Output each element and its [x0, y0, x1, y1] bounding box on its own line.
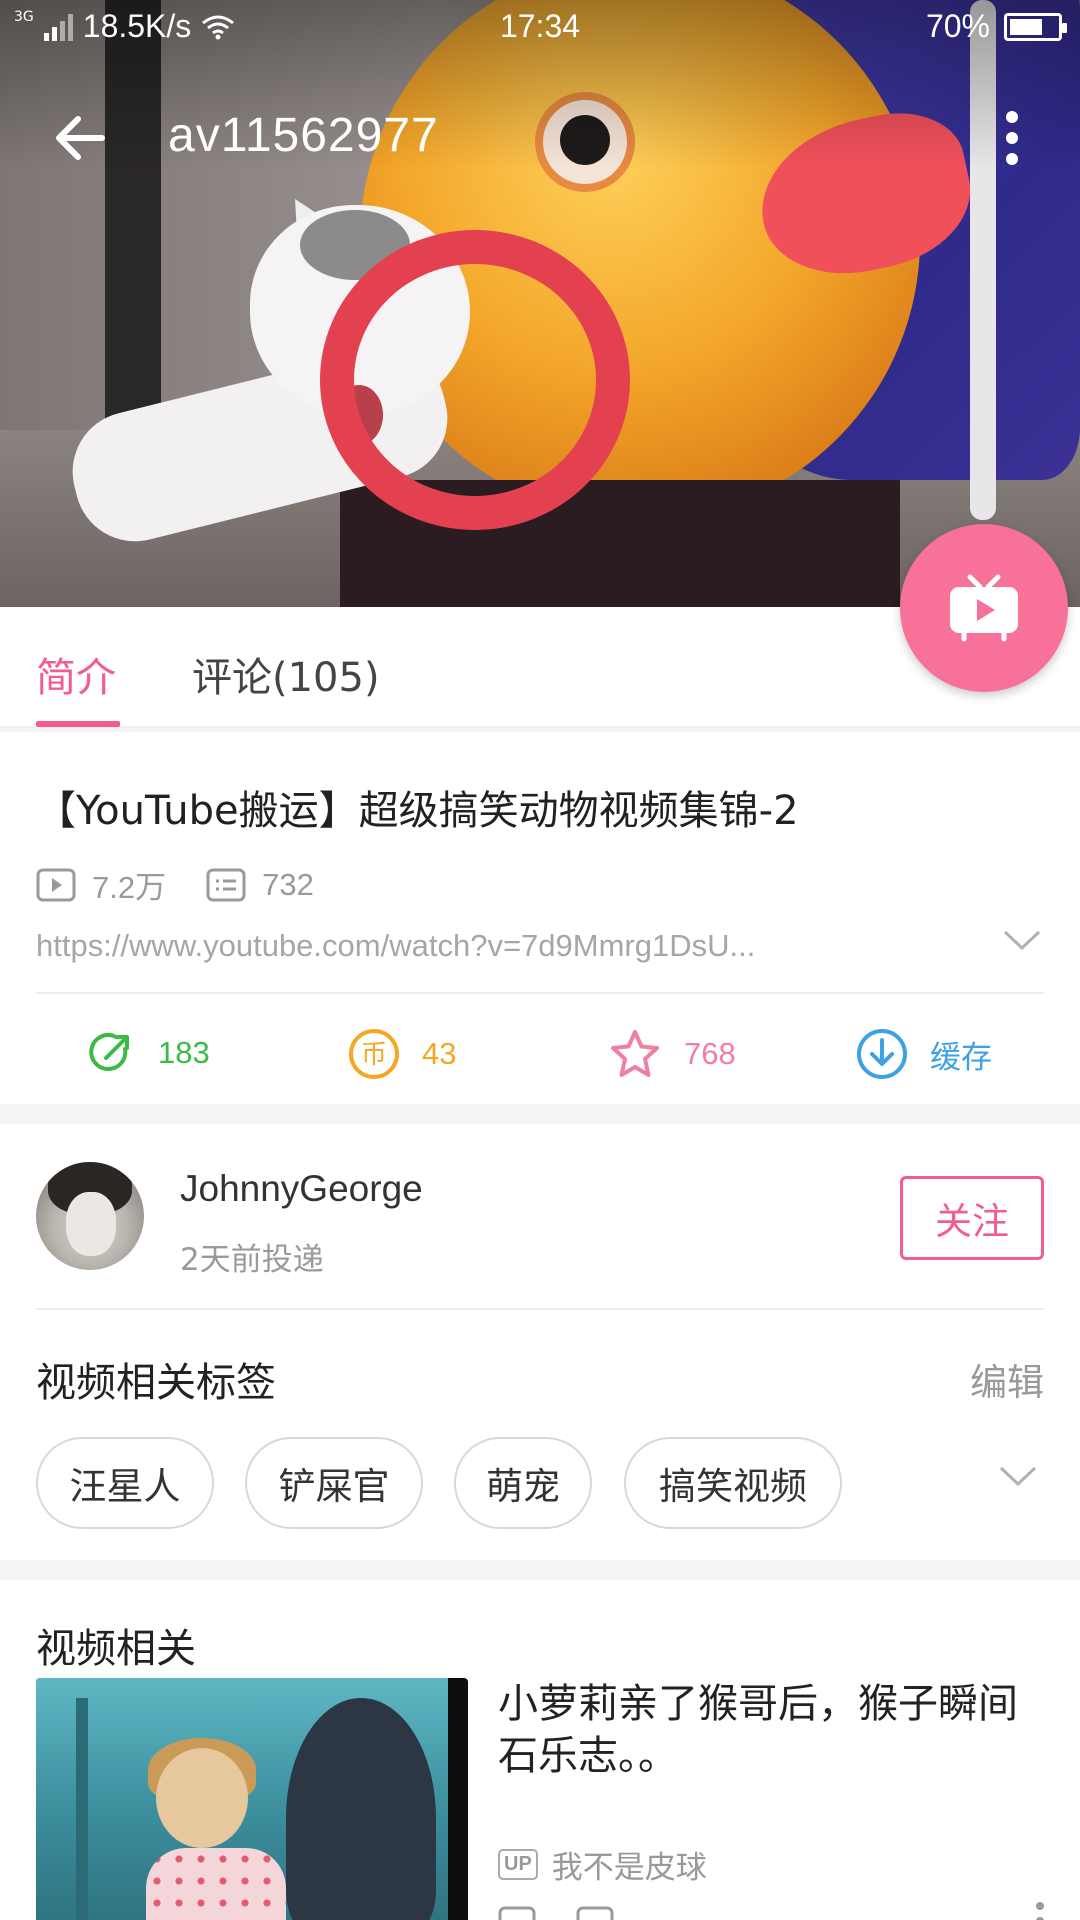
divider: [36, 1308, 1044, 1310]
battery-percent: 70%: [925, 8, 990, 44]
related-video-uploader: UP 我不是皮球: [498, 1842, 707, 1887]
play-count-icon: [36, 868, 76, 901]
action-bar: 183 币 43 768 缓存: [0, 1010, 1080, 1104]
favorite-count: 768: [684, 1036, 736, 1071]
favorite-button[interactable]: 768: [608, 1028, 736, 1080]
cover-fish-mouth: [320, 230, 630, 530]
cache-button[interactable]: 缓存: [856, 1028, 992, 1080]
tag-chip[interactable]: 汪星人: [36, 1437, 214, 1529]
tab-intro[interactable]: 简介: [36, 645, 116, 703]
coin-count: 43: [422, 1036, 457, 1071]
views-stat: 7.2万: [36, 862, 166, 907]
danmaku-icon: [576, 1906, 614, 1920]
related-videos-card: 视频相关 小萝莉亲了猴哥后，猴子瞬间石乐志。。 UP 我不是皮球: [0, 1580, 1080, 1920]
more-button[interactable]: [995, 108, 1029, 168]
toolbar: av11562977: [0, 90, 1080, 186]
danmaku-count: 732: [262, 866, 314, 902]
thumb-girl-dress: [146, 1848, 286, 1920]
related-views-stat: [498, 1906, 536, 1920]
tag-chip[interactable]: 铲屎官: [245, 1437, 423, 1529]
share-button[interactable]: 183: [86, 1028, 210, 1078]
related-section-title: 视频相关: [36, 1626, 196, 1672]
danmaku-stat: 732: [206, 867, 314, 903]
tag-chip[interactable]: 萌宠: [454, 1437, 592, 1529]
star-icon: [611, 1030, 659, 1077]
video-info-card: 【YouTube搬运】超级搞笑动物视频集锦-2 7.2万 732 https:/…: [0, 732, 1080, 1104]
share-count: 183: [158, 1035, 210, 1070]
play-count-icon: [498, 1906, 536, 1920]
video-title: 【YouTube搬运】超级搞笑动物视频集锦-2: [36, 788, 799, 834]
download-icon: [857, 1029, 907, 1079]
coin-button[interactable]: 币 43: [348, 1028, 456, 1080]
divider: [36, 992, 1044, 994]
battery-icon: [1004, 12, 1067, 41]
tab-indicator: [36, 721, 120, 727]
related-more-button[interactable]: [1036, 1902, 1046, 1920]
uploader-name[interactable]: JohnnyGeorge: [180, 1168, 423, 1210]
tv-play-icon: [950, 574, 1018, 642]
more-vertical-icon: [1036, 1902, 1044, 1910]
uploader-card: JohnnyGeorge 2天前投递 关注 视频相关标签 编辑 汪星人 铲屎官 …: [0, 1124, 1080, 1560]
uploader-avatar[interactable]: [36, 1162, 144, 1270]
up-badge-icon: UP: [498, 1849, 538, 1880]
avatar-face: [66, 1192, 116, 1256]
expand-tags-chevron-icon[interactable]: [998, 1464, 1038, 1488]
status-right: 70%: [925, 8, 1067, 45]
tag-chip[interactable]: 搞笑视频: [624, 1437, 842, 1529]
battery-level: [1010, 18, 1043, 35]
play-button[interactable]: [900, 524, 1068, 692]
back-arrow-icon: [56, 116, 105, 160]
back-button[interactable]: [50, 108, 110, 168]
thumb-window-frame: [76, 1698, 88, 1920]
expand-description-chevron-icon[interactable]: [1002, 928, 1042, 952]
cache-label: 缓存: [930, 1039, 992, 1075]
share-icon: [89, 1033, 129, 1071]
source-url[interactable]: https://www.youtube.com/watch?v=7d9Mmrg1…: [36, 928, 755, 964]
page-title: av11562977: [168, 109, 439, 162]
more-vertical-icon: [1006, 111, 1018, 123]
upload-time: 2天前投递: [180, 1242, 324, 1278]
tab-comments[interactable]: 评论(105): [192, 645, 380, 703]
related-uploader-name: 我不是皮球: [551, 1850, 707, 1886]
tags-section-title: 视频相关标签: [36, 1360, 276, 1406]
related-video-thumbnail[interactable]: [36, 1678, 468, 1920]
tags-edit-button[interactable]: 编辑: [970, 1352, 1044, 1406]
status-bar: 3G 18.5K/s 17:34 70%: [0, 0, 1080, 56]
views-count: 7.2万: [92, 870, 167, 905]
video-player-cover[interactable]: 3G 18.5K/s 17:34 70% av11562977: [0, 0, 1080, 607]
svg-text:币: 币: [361, 1040, 387, 1070]
danmaku-icon: [206, 868, 246, 901]
coin-icon: 币: [349, 1029, 399, 1079]
related-video-title[interactable]: 小萝莉亲了猴哥后，猴子瞬间石乐志。。: [498, 1678, 1050, 1782]
related-danmaku-stat: [576, 1906, 614, 1920]
video-stats: 7.2万 732: [36, 862, 354, 907]
thumb-girl-head: [156, 1748, 248, 1848]
clock: 17:34: [499, 8, 581, 44]
related-video-stats: [498, 1906, 614, 1920]
follow-button[interactable]: 关注: [900, 1176, 1044, 1260]
